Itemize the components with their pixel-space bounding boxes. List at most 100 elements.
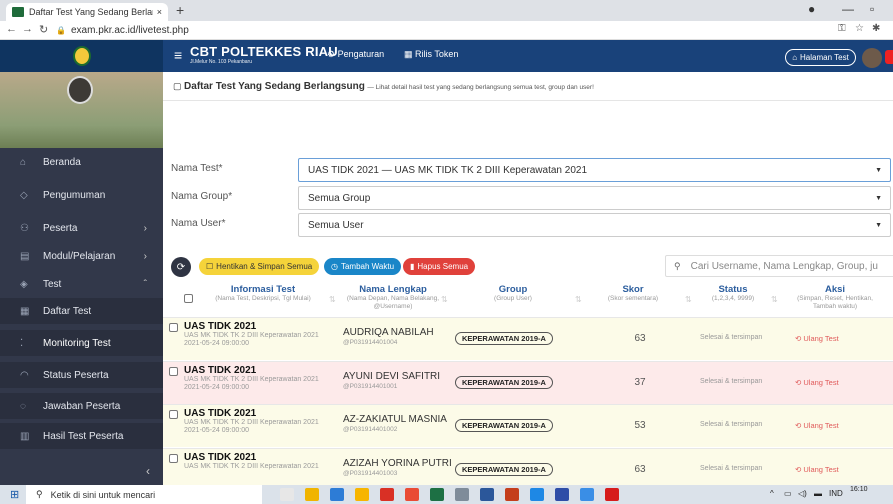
app-icon[interactable] — [555, 488, 569, 501]
delete-all-label: Hapus Semua — [417, 262, 469, 271]
sort-icon[interactable]: ⇅ — [329, 295, 336, 304]
sidebar-item-test[interactable]: ◈ Test ˆ — [0, 271, 163, 297]
volume-icon[interactable]: ◁) — [798, 489, 807, 498]
row-checkbox[interactable] — [169, 410, 178, 419]
add-time-button[interactable]: ◷ Tambah Waktu — [324, 258, 402, 275]
sidebar-item-hasil-test[interactable]: ▥ Hasil Test Peserta — [0, 423, 163, 449]
retake-test-button[interactable]: ⟲ Ulang Test — [795, 421, 839, 430]
sidebar-item-daftar-test[interactable]: ▦ Daftar Test — [0, 298, 163, 324]
extensions-icon[interactable]: ✱ — [872, 23, 880, 34]
sidebar-item-label: Monitoring Test — [43, 337, 111, 349]
network-icon[interactable]: ▭ — [784, 489, 792, 498]
folder-icon[interactable] — [355, 488, 369, 501]
col-nama-lengkap[interactable]: Nama Lengkap (Nama Depan, Nama Belakang, … — [343, 284, 443, 311]
refresh-button[interactable]: ⟳ — [171, 257, 191, 277]
tab-close-icon[interactable]: × — [157, 7, 162, 17]
release-token-menu[interactable]: ▦ Rilis Token — [404, 49, 458, 60]
participant-username: @P031914401004 — [343, 339, 398, 346]
star-icon[interactable]: ☆ — [855, 23, 864, 34]
retake-test-button[interactable]: ⟲ Ulang Test — [795, 465, 839, 474]
group-select[interactable]: Semua Group ▼ — [298, 186, 891, 210]
status-text: Selesai & tersimpan — [700, 334, 763, 341]
sidebar-item-pengumuman[interactable]: ◇ Pengumuman — [0, 182, 163, 208]
sort-icon[interactable]: ⇅ — [575, 295, 582, 304]
chevron-down-icon: ▼ — [875, 166, 882, 174]
forward-icon[interactable]: → — [22, 23, 33, 35]
brand-title: CBT POLTEKKES RIAU — [190, 44, 338, 59]
powerpoint-icon[interactable] — [505, 488, 519, 501]
col-skor[interactable]: Skor (Skor sementara) — [593, 284, 673, 303]
select-all-checkbox[interactable] — [184, 294, 193, 303]
page-icon: ▢ — [173, 81, 182, 91]
sort-icon[interactable]: ⇅ — [441, 295, 448, 304]
user-avatar[interactable] — [862, 48, 882, 68]
stop-save-all-button[interactable]: ☐ Hentikan & Simpan Semua — [199, 258, 320, 275]
sidebar-item-status-peserta[interactable]: ◠ Status Peserta — [0, 362, 163, 388]
col-group[interactable]: Group (Group User) — [463, 284, 563, 303]
status-icon: ◠ — [20, 369, 29, 381]
app-icon[interactable] — [530, 488, 544, 501]
settings-label: Pengaturan — [337, 49, 385, 59]
app-icon[interactable] — [580, 488, 594, 501]
row-checkbox[interactable] — [169, 323, 178, 332]
url-field[interactable]: 🔒 exam.pkr.ac.id/livetest.php — [56, 23, 816, 38]
clock[interactable]: 16:10 — [850, 486, 868, 494]
windows-start-icon[interactable]: ⊞ — [10, 488, 19, 501]
test-info: UAS MK TIDK TK 2 DIII Keperawatan 2021 20… — [184, 376, 334, 392]
key-icon[interactable]: ⚿ — [838, 23, 846, 34]
test-info: UAS MK TIDK TK 2 DIII Keperawatan 2021 20… — [184, 419, 334, 435]
browser-tab[interactable]: Daftar Test Yang Sedang Berlang × — [6, 3, 168, 21]
retake-test-button[interactable]: ⟲ Ulang Test — [795, 378, 839, 387]
row-checkbox[interactable] — [169, 454, 178, 463]
reload-icon[interactable]: ↻ — [39, 23, 48, 36]
test-select[interactable]: UAS TIDK 2021 — UAS MK TIDK TK 2 DIII Ke… — [298, 158, 891, 182]
language-indicator[interactable]: IND — [829, 489, 843, 498]
file-explorer-icon[interactable] — [305, 488, 319, 501]
tray-chevron-icon[interactable]: ^ — [770, 489, 774, 498]
taskbar-search[interactable]: ⚲ Ketik di sini untuk mencari — [26, 485, 262, 504]
poltekkes-logo-icon — [72, 46, 91, 66]
word-icon[interactable] — [480, 488, 494, 501]
restore-icon[interactable]: ▫ — [870, 2, 874, 16]
back-icon[interactable]: ← — [6, 23, 17, 35]
app-icon[interactable] — [605, 488, 619, 501]
search-icon: ⚲ — [36, 489, 43, 499]
sidebar-item-beranda[interactable]: ⌂ Beranda — [0, 149, 163, 175]
minimize-icon[interactable]: — — [842, 2, 854, 16]
sidebar-item-peserta[interactable]: ⚇ Peserta › — [0, 215, 163, 241]
excel-icon[interactable] — [430, 488, 444, 501]
delete-all-button[interactable]: ▮ Hapus Semua — [403, 258, 476, 275]
settings-menu[interactable]: ⚙ Pengaturan — [327, 49, 384, 60]
battery-icon[interactable]: ▬ — [814, 489, 822, 498]
sidebar-item-monitoring-test[interactable]: ⁚ Monitoring Test — [0, 330, 163, 356]
task-view-icon[interactable] — [280, 488, 294, 501]
mail-icon[interactable] — [330, 488, 344, 501]
sidebar-item-label: Peserta — [43, 222, 78, 234]
col-aksi[interactable]: Aksi (Simpan, Reset, Hentikan, Tambah wak… — [785, 284, 885, 311]
app-icon[interactable] — [405, 488, 419, 501]
home-test-button[interactable]: ⌂ Halaman Test — [785, 49, 856, 66]
row-checkbox[interactable] — [169, 367, 178, 376]
app-icon[interactable] — [455, 488, 469, 501]
sort-icon[interactable]: ⇅ — [685, 295, 692, 304]
sidebar-item-modul[interactable]: ▤ Modul/Pelajaran › — [0, 243, 163, 269]
sidebar-item-jawaban-peserta[interactable]: ◌ Jawaban Peserta — [0, 393, 163, 419]
retake-test-button[interactable]: ⟲ Ulang Test — [795, 334, 839, 343]
sort-icon[interactable]: ⇅ — [771, 295, 778, 304]
profile-icon[interactable]: ● — [808, 2, 815, 16]
chevron-down-icon: ▼ — [875, 221, 882, 229]
hamburger-menu-icon[interactable]: ≡ — [174, 47, 182, 63]
user-photo — [67, 76, 93, 104]
chrome-icon[interactable] — [380, 488, 394, 501]
test-value: UAS TIDK 2021 — UAS MK TIDK TK 2 DIII Ke… — [308, 164, 588, 176]
score-value: 63 — [634, 333, 646, 344]
stop-save-all-label: Hentikan & Simpan Semua — [216, 262, 313, 271]
user-select[interactable]: Semua User ▼ — [298, 213, 891, 237]
sidebar-item-label: Beranda — [43, 156, 81, 168]
col-status[interactable]: Status (1,2,3,4, 9999) — [698, 284, 768, 303]
search-input[interactable]: ⚲ Cari Username, Nama Lengkap, Group, ju — [665, 255, 893, 277]
table-header: Informasi Test (Nama Test, Deskripsi, Tgl… — [163, 281, 893, 317]
new-tab-button[interactable]: + — [176, 2, 184, 18]
col-informasi-test[interactable]: Informasi Test (Nama Test, Deskripsi, Tgl… — [203, 284, 323, 303]
sidebar-collapse-icon[interactable]: ‹ — [146, 464, 150, 478]
